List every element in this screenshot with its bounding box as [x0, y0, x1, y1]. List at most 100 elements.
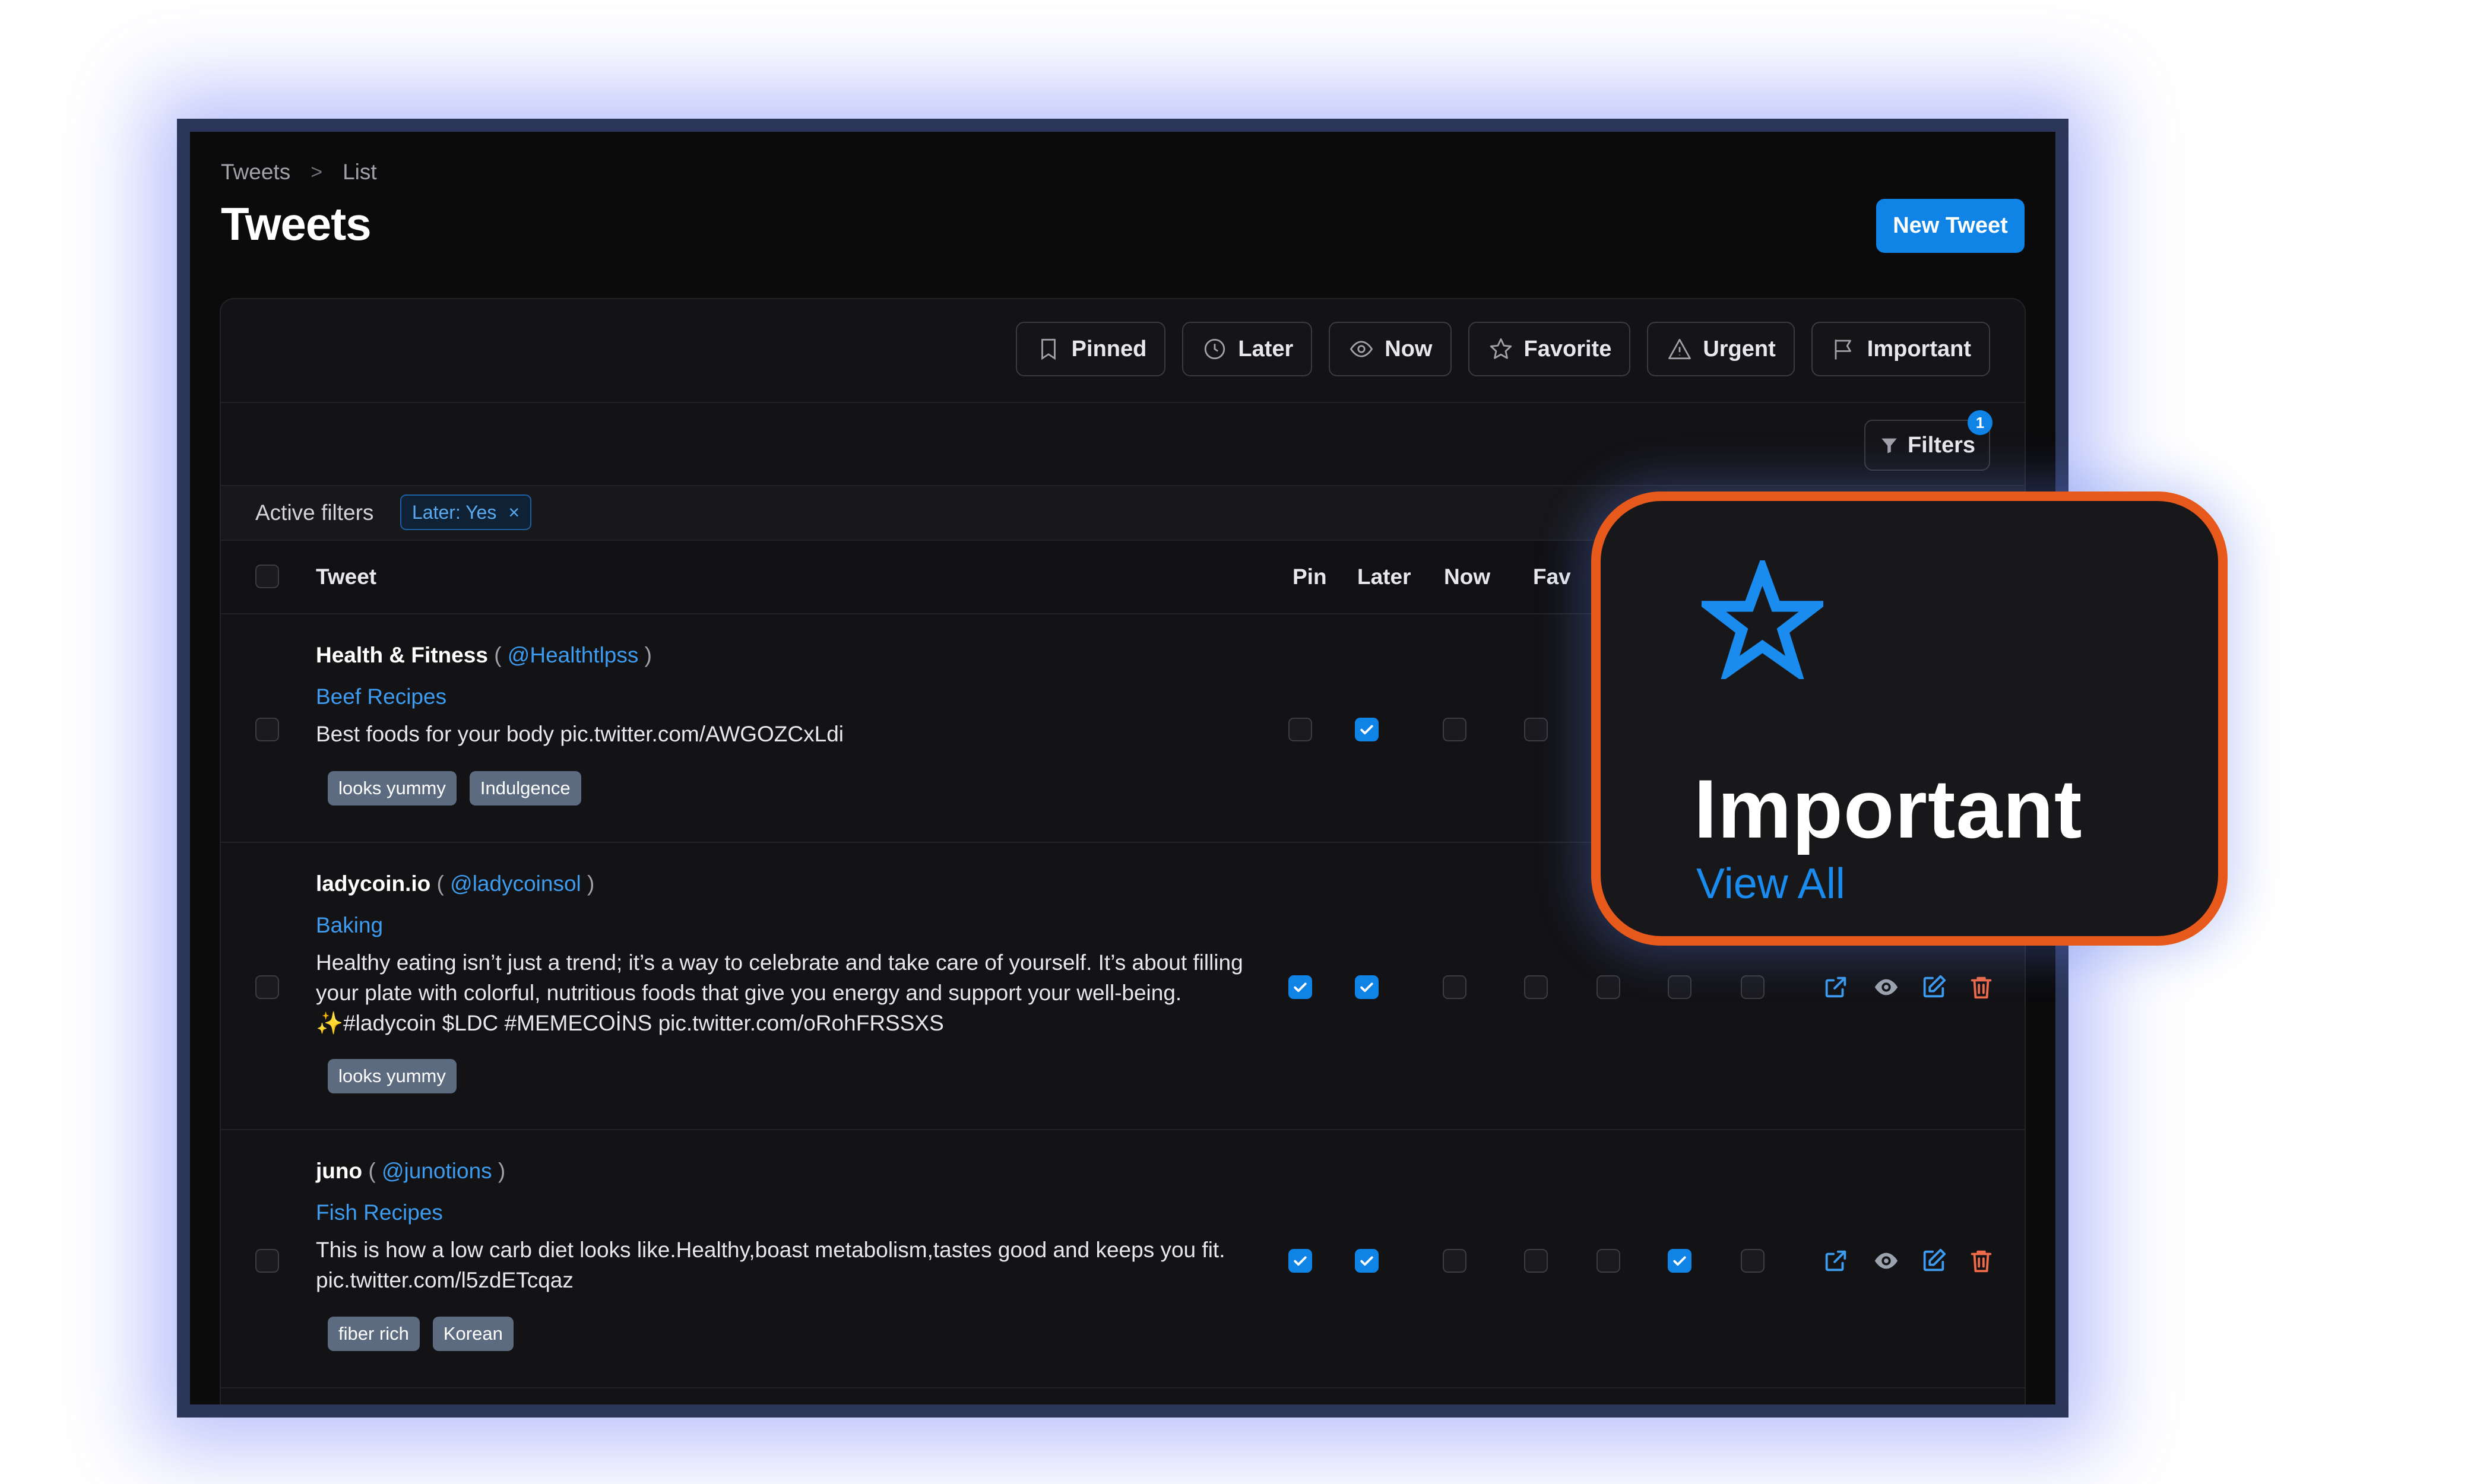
pin-checkbox[interactable] [1288, 718, 1312, 741]
column-header-fav[interactable]: Fav [1533, 565, 1571, 589]
tag-badge: Korean [432, 1317, 514, 1351]
tab-label: Urgent [1703, 336, 1776, 362]
now-checkbox[interactable] [1443, 718, 1466, 741]
row-select-checkbox[interactable] [255, 975, 279, 999]
important-callout[interactable]: Important View All [1591, 492, 2228, 946]
tweet-author: juno ( @junotions ) [316, 1159, 505, 1184]
filters-count-badge: 1 [1968, 410, 1992, 435]
tab-label: Later [1238, 336, 1294, 362]
table-row[interactable]: juno ( @junotions ) Fish Recipes This is… [221, 1130, 2025, 1388]
callout-title: Important [1694, 762, 2083, 855]
now-checkbox[interactable] [1443, 975, 1466, 999]
breadcrumb-item-tweets[interactable]: Tweets [221, 160, 290, 185]
trash-icon[interactable] [1968, 1247, 1995, 1274]
external-link-icon[interactable] [1822, 1247, 1849, 1274]
checkmark-icon [1360, 982, 1373, 992]
tab-later[interactable]: Later [1182, 322, 1313, 376]
later-checkbox[interactable] [1355, 975, 1379, 999]
clock-icon [1205, 338, 1225, 360]
tab-label: Pinned [1071, 336, 1147, 362]
edit-icon[interactable] [1920, 1247, 1947, 1274]
author-handle[interactable]: @Healthtlpss [508, 643, 639, 667]
trash-icon[interactable] [1968, 974, 1995, 1001]
handle-open-paren: ( [436, 871, 451, 896]
tab-label: Now [1385, 336, 1433, 362]
important-checkbox[interactable] [1668, 975, 1691, 999]
tab-label: Favorite [1523, 336, 1612, 362]
active-filter-chip: Later: Yes × [400, 494, 532, 530]
eye-icon[interactable] [1873, 974, 1900, 1001]
close-icon[interactable]: × [508, 502, 519, 524]
later-checkbox[interactable] [1355, 718, 1379, 741]
row-select-checkbox[interactable] [255, 1249, 279, 1273]
chip-label: Later: Yes [412, 501, 497, 523]
eye-icon[interactable] [1873, 1247, 1900, 1274]
tweet-text: Best foods for your body pic.twitter.com… [316, 722, 844, 746]
flag-icon [1835, 340, 1851, 360]
tag-badge: looks yummy [328, 771, 457, 806]
fav-checkbox[interactable] [1524, 1249, 1548, 1273]
handle-open-paren: ( [494, 643, 508, 667]
select-all-checkbox[interactable] [255, 565, 279, 588]
tweet-author: ladycoin.io ( @ladycoinsol ) [316, 871, 594, 896]
author-handle[interactable]: @junotions [382, 1159, 492, 1183]
tab-important[interactable]: Important [1811, 322, 1990, 376]
checkmark-icon [1360, 1256, 1373, 1266]
external-link-icon[interactable] [1822, 974, 1849, 1001]
tab-label: Important [1867, 336, 1971, 362]
bookmark-icon [1041, 338, 1056, 360]
extra-flag-checkbox[interactable] [1741, 975, 1765, 999]
checkmark-icon [1294, 1256, 1307, 1266]
page-title: Tweets [221, 198, 372, 250]
tweet-category[interactable]: Baking [316, 913, 383, 938]
pin-checkbox[interactable] [1288, 975, 1312, 999]
tab-favorite[interactable]: Favorite [1468, 322, 1631, 376]
tweet-tags: looks yummy [328, 1059, 457, 1093]
urgent-checkbox[interactable] [1596, 975, 1620, 999]
new-tweet-button[interactable]: New Tweet [1876, 199, 2025, 253]
checkmark-icon [1673, 1256, 1686, 1266]
breadcrumb-item-list: List [343, 160, 377, 184]
author-handle[interactable]: @ladycoinsol [450, 871, 581, 896]
row-select-checkbox[interactable] [255, 718, 279, 741]
pin-checkbox[interactable] [1288, 1249, 1312, 1273]
tweet-author: Health & Fitness ( @Healthtlpss ) [316, 643, 652, 668]
urgent-checkbox[interactable] [1596, 1249, 1620, 1273]
filters-label: Filters [1907, 432, 1976, 458]
tabs-bar: Pinned Later Now Favorite Urgent Importa… [221, 299, 2025, 403]
later-checkbox[interactable] [1355, 1249, 1379, 1273]
eye-icon [1350, 341, 1373, 357]
fav-checkbox[interactable] [1524, 975, 1548, 999]
tweet-tags: fiber rich Korean [328, 1317, 514, 1351]
filters-toolbar: Filters 1 [221, 403, 2025, 486]
tweet-category[interactable]: Beef Recipes [316, 684, 446, 709]
tweet-category[interactable]: Fish Recipes [316, 1200, 443, 1225]
handle-close-paren: ) [638, 643, 652, 667]
tab-pinned[interactable]: Pinned [1015, 322, 1166, 376]
chevron-right-icon: > [311, 160, 323, 183]
handle-close-paren: ) [492, 1159, 506, 1183]
tab-now[interactable]: Now [1329, 322, 1452, 376]
fav-checkbox[interactable] [1524, 718, 1548, 741]
tweet-tags: looks yummy Indulgence [328, 771, 581, 806]
checkmark-icon [1360, 725, 1373, 735]
filters-button[interactable]: Filters 1 [1864, 410, 1992, 471]
now-checkbox[interactable] [1443, 1249, 1466, 1273]
column-header-later[interactable]: Later [1357, 565, 1411, 589]
tweet-text: Healthy eating isn’t just a trend; it’s … [316, 950, 1243, 1035]
funnel-icon [1881, 438, 1897, 454]
breadcrumb: Tweets > List [221, 160, 377, 185]
column-header-now[interactable]: Now [1444, 565, 1490, 589]
tab-urgent[interactable]: Urgent [1647, 322, 1795, 376]
author-name: juno [316, 1159, 363, 1183]
important-checkbox[interactable] [1668, 1249, 1691, 1273]
column-header-tweet[interactable]: Tweet [316, 565, 376, 589]
column-header-pin[interactable]: Pin [1293, 565, 1327, 589]
handle-open-paren: ( [368, 1159, 382, 1183]
checkmark-icon [1294, 982, 1307, 992]
view-all-link[interactable]: View All [1696, 860, 1845, 908]
extra-flag-checkbox[interactable] [1741, 1249, 1765, 1273]
edit-icon[interactable] [1920, 974, 1947, 1001]
author-name: Health & Fitness [316, 643, 488, 667]
tag-badge: fiber rich [328, 1317, 420, 1351]
